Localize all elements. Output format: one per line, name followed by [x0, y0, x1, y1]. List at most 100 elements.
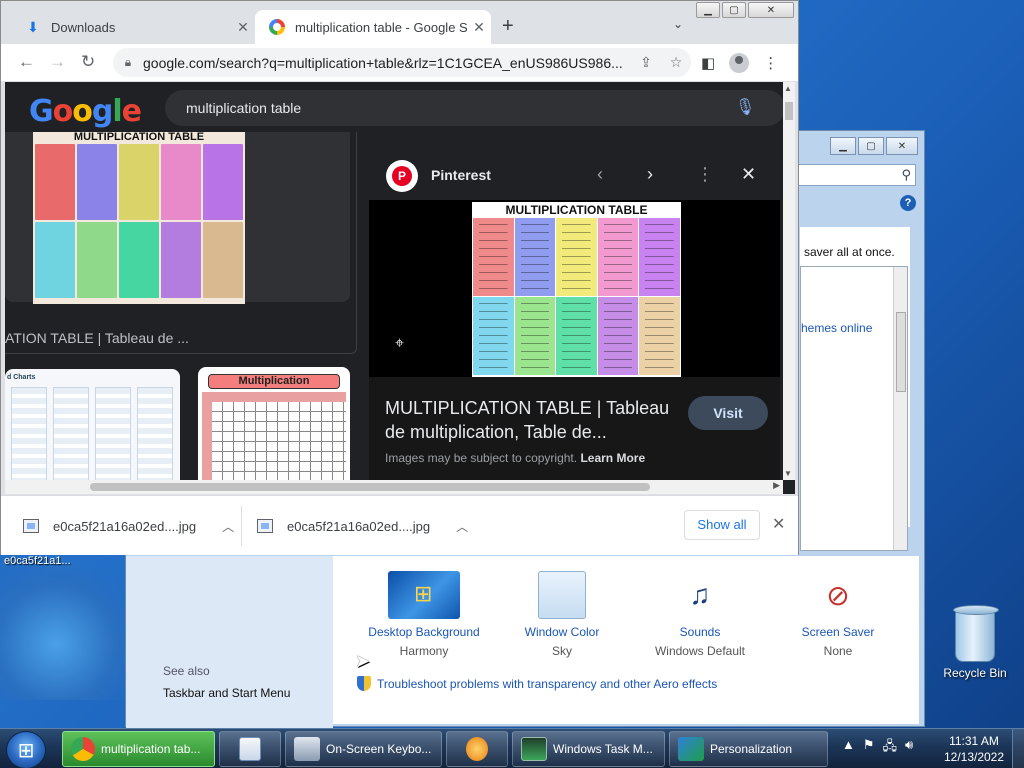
themes-list[interactable]: hemes online — [800, 266, 908, 551]
preview-grid — [472, 218, 681, 375]
image-result-card[interactable]: MULTIPLICATION TABLE ATION TABLE | Table… — [5, 132, 357, 354]
next-image-icon[interactable]: › — [647, 164, 653, 185]
taskbar-osk-button[interactable]: On-Screen Keybo... — [285, 731, 442, 767]
taskbar-start-menu-link[interactable]: Taskbar and Start Menu — [163, 686, 290, 700]
menu-kebab-icon[interactable]: ⋮ — [763, 54, 778, 72]
profile-avatar[interactable] — [729, 53, 750, 73]
vertical-scrollbar[interactable]: ▲ ▼ — [783, 82, 795, 480]
download-item[interactable]: e0ca5f21a16a02ed....jpg ︿ — [23, 496, 234, 556]
sounds-item[interactable]: ♫ Sounds Windows Default — [631, 568, 769, 658]
window-color-icon — [538, 571, 586, 619]
scrollbar-thumb[interactable] — [90, 483, 650, 491]
download-filename[interactable]: e0ca5f21a16a02ed....jpg — [53, 519, 196, 534]
taskbar-wordpad-button[interactable] — [219, 731, 281, 767]
side-panel-icon[interactable]: ◧ — [701, 54, 715, 72]
network-icon[interactable]: 🖧︎ — [883, 737, 898, 759]
desktop-background-label[interactable]: Desktop Background — [355, 625, 493, 639]
clock[interactable]: 11:31 AM 12/13/2022 — [938, 733, 1010, 765]
reload-button[interactable]: ↻ — [81, 52, 95, 72]
more-options-icon[interactable]: ⋮ — [696, 164, 714, 185]
copyright-notice: Images may be subject to copyright. Lear… — [385, 451, 645, 465]
chrome-icon — [71, 737, 95, 761]
lock-icon[interactable]: 🔒︎ — [113, 55, 143, 70]
search-query[interactable]: multiplication table — [186, 100, 301, 116]
show-desktop-button[interactable] — [1012, 729, 1024, 768]
bookmark-star-icon[interactable]: ☆ — [661, 54, 691, 71]
taskbar-task-manager-button[interactable]: Windows Task M... — [512, 731, 665, 767]
action-center-icon[interactable]: ⚑ — [863, 737, 875, 759]
desktop-file-icon-label[interactable]: e0ca5f21a1... — [4, 555, 84, 567]
taskbar-chrome-button[interactable]: multiplication tab... — [62, 731, 215, 767]
url-text[interactable]: google.com/search?q=multiplication+table… — [143, 55, 631, 71]
address-bar[interactable]: 🔒︎ google.com/search?q=multiplication+ta… — [113, 48, 691, 77]
scroll-up-arrow-icon[interactable]: ▲ — [784, 84, 792, 93]
get-more-themes-link[interactable]: hemes online — [801, 321, 872, 335]
maximize-button[interactable]: ▢ — [722, 2, 746, 18]
help-icon[interactable]: ? — [900, 195, 916, 211]
back-button[interactable]: ← — [18, 52, 35, 72]
personalization-icon — [678, 737, 704, 761]
source-name[interactable]: Pinterest — [431, 167, 491, 183]
google-search-input[interactable]: multiplication table 🎙︎ — [165, 90, 785, 126]
screen-saver-item[interactable]: ⊘ Screen Saver None — [769, 568, 907, 659]
troubleshoot-text[interactable]: Troubleshoot problems with transparency … — [377, 677, 717, 691]
share-icon[interactable]: ⇪ — [631, 54, 661, 71]
themes-scrollbar[interactable] — [893, 267, 907, 550]
multiplication-grid-thumbnail[interactable]: Multiplication — [198, 367, 350, 494]
control-panel-search-input[interactable]: ⚲ — [798, 164, 916, 186]
taskbar-media-player-button[interactable] — [446, 731, 508, 767]
close-button[interactable]: ✕ — [886, 137, 918, 155]
scroll-right-arrow-icon[interactable]: ▶ — [773, 480, 780, 491]
scrollbar-thumb[interactable] — [896, 312, 906, 392]
multiplication-table-preview[interactable]: MULTIPLICATION TABLE — [472, 202, 681, 377]
start-button[interactable]: ⊞ — [6, 731, 46, 768]
close-tab-icon[interactable]: ✕ — [467, 19, 491, 36]
sounds-label[interactable]: Sounds — [631, 625, 769, 639]
thumbnail-title: MULTIPLICATION TABLE — [73, 131, 205, 143]
close-download-shelf-icon[interactable]: ✕ — [772, 514, 785, 534]
tab-google-search[interactable]: multiplication table - Google Se ✕ — [255, 10, 491, 44]
preview-title[interactable]: MULTIPLICATION TABLE | Tableau de multip… — [385, 396, 675, 444]
window-color-item[interactable]: Window Color Sky — [493, 568, 631, 658]
close-tab-icon[interactable]: ✕ — [231, 19, 255, 36]
taskbar-personalization-button[interactable]: Personalization — [669, 731, 828, 767]
show-all-downloads-button[interactable]: Show all — [684, 510, 760, 540]
download-filename[interactable]: e0ca5f21a16a02ed....jpg — [287, 519, 430, 534]
close-preview-icon[interactable]: ✕ — [741, 164, 756, 185]
google-logo[interactable]: Google — [29, 94, 142, 129]
result-caption[interactable]: ATION TABLE | Tableau de ... — [5, 330, 189, 346]
forward-button[interactable]: → — [49, 52, 66, 72]
windows-logo-icon: ⊞ — [17, 739, 35, 762]
scroll-down-arrow-icon[interactable]: ▼ — [784, 469, 792, 478]
window-color-value: Sky — [551, 644, 572, 658]
screen-saver-label[interactable]: Screen Saver — [769, 625, 907, 639]
new-tab-button[interactable]: + — [502, 15, 514, 38]
tab-search-chevron-icon[interactable]: ⌄ — [673, 17, 683, 31]
visit-button[interactable]: Visit — [688, 396, 768, 430]
google-lens-icon[interactable]: ⌖ — [395, 335, 404, 353]
chevron-up-icon[interactable]: ︿ — [222, 518, 234, 535]
close-button[interactable]: ✕ — [748, 2, 794, 18]
multiplication-table-thumbnail[interactable]: MULTIPLICATION TABLE — [33, 132, 245, 304]
image-file-icon — [257, 519, 273, 533]
chevron-up-icon[interactable]: ︿ — [456, 518, 468, 535]
previous-image-icon[interactable]: ‹ — [597, 164, 603, 185]
troubleshoot-link[interactable]: Troubleshoot problems with transparency … — [357, 676, 717, 691]
recycle-bin[interactable]: Recycle Bin — [940, 605, 1010, 680]
horizontal-scrollbar[interactable]: ▶ — [5, 480, 783, 494]
cell — [77, 222, 117, 298]
maximize-button[interactable]: ▢ — [858, 137, 884, 155]
multiplication-chart-thumbnail[interactable]: d Charts — [5, 369, 180, 494]
scrollbar-thumb[interactable] — [785, 102, 793, 120]
desktop-background-item[interactable]: Desktop Background Harmony — [355, 568, 493, 658]
microphone-icon[interactable]: 🎙︎ — [735, 90, 755, 126]
search-icon[interactable]: ⚲ — [901, 167, 911, 183]
minimize-button[interactable]: ▁ — [696, 2, 720, 18]
minimize-button[interactable]: ▁ — [830, 137, 856, 155]
window-color-label[interactable]: Window Color — [493, 625, 631, 639]
learn-more-link[interactable]: Learn More — [580, 451, 645, 465]
tab-downloads[interactable]: ⬇ Downloads ✕ — [11, 10, 255, 44]
download-item[interactable]: e0ca5f21a16a02ed....jpg ︿ — [257, 496, 468, 556]
volume-icon[interactable]: 🔊︎ — [905, 737, 913, 759]
show-hidden-icons-icon[interactable]: ▲ — [842, 737, 855, 759]
